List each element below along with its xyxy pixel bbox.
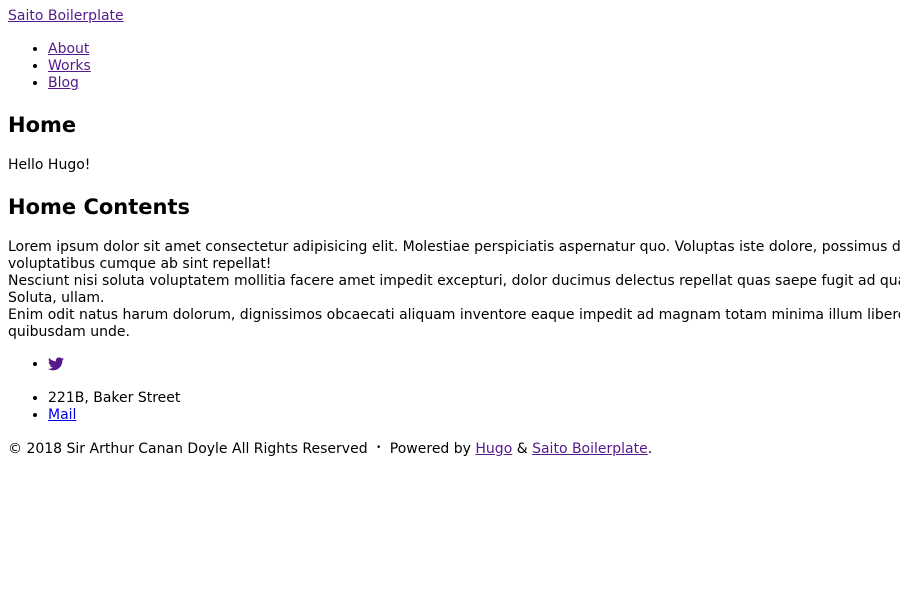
nav-item-about: About bbox=[48, 41, 91, 58]
site-title-link[interactable]: Saito Boilerplate bbox=[8, 8, 124, 25]
period-text: . bbox=[647, 441, 653, 457]
paragraph-line: quibusdam unde. bbox=[8, 324, 130, 340]
separator-dot: • bbox=[376, 443, 382, 453]
paragraph-line: Nesciunt nisi soluta voluptatem mollitia… bbox=[8, 273, 900, 289]
ampersand-text: & bbox=[516, 441, 528, 457]
footer-credits: © 2018 Sir Arthur Canan Doyle All Rights… bbox=[8, 440, 652, 458]
nav-link-blog[interactable]: Blog bbox=[48, 75, 79, 91]
saito-boilerplate-link[interactable]: Saito Boilerplate bbox=[532, 441, 648, 457]
paragraph-line: voluptatibus cumque ab sint repellat! bbox=[8, 256, 272, 272]
mail-link[interactable]: Mail bbox=[48, 407, 76, 423]
nav-link-about[interactable]: About bbox=[48, 41, 89, 57]
nav-item-works: Works bbox=[48, 58, 91, 75]
page: Saito Boilerplate About Works Blog Home … bbox=[0, 0, 900, 600]
powered-by-text: Powered by bbox=[389, 441, 471, 457]
main-nav: About Works Blog bbox=[8, 41, 91, 92]
nav-link-works[interactable]: Works bbox=[48, 58, 91, 74]
social-item-twitter bbox=[48, 356, 64, 376]
mail-item: Mail bbox=[48, 407, 180, 424]
hugo-link[interactable]: Hugo bbox=[475, 441, 512, 457]
paragraph-line: Soluta, ullam. bbox=[8, 290, 105, 306]
copyright-text: © 2018 Sir Arthur Canan Doyle All Rights… bbox=[8, 441, 368, 457]
contact-list: 221B, Baker Street Mail bbox=[8, 390, 180, 424]
nav-item-blog: Blog bbox=[48, 75, 91, 92]
paragraph-line: Lorem ipsum dolor sit amet consectetur a… bbox=[8, 239, 900, 255]
address-item: 221B, Baker Street bbox=[48, 390, 180, 407]
contents-paragraph: Lorem ipsum dolor sit amet consectetur a… bbox=[8, 239, 900, 341]
contents-heading: Home Contents bbox=[8, 195, 190, 219]
social-links bbox=[8, 356, 64, 376]
page-title: Home bbox=[8, 113, 77, 137]
paragraph-line: Enim odit natus harum dolorum, dignissim… bbox=[8, 307, 900, 323]
twitter-icon bbox=[48, 357, 64, 371]
twitter-link[interactable] bbox=[48, 356, 64, 372]
greeting-text: Hello Hugo! bbox=[8, 157, 91, 173]
